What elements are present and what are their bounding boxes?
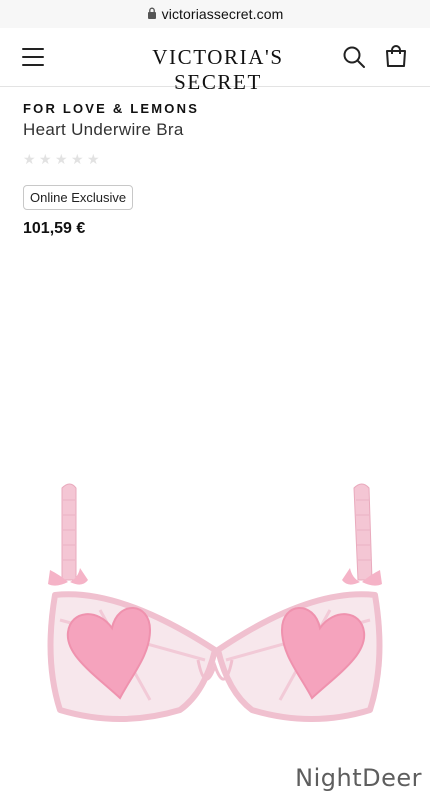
star-empty-icon: ★ (23, 151, 36, 167)
star-empty-icon: ★ (71, 151, 84, 167)
product-price: 101,59 € (23, 220, 86, 237)
shopping-bag-icon[interactable] (384, 44, 408, 68)
search-icon[interactable] (342, 45, 366, 69)
watermark-text: NightDeer (295, 764, 422, 792)
url-text: victoriassecret.com (161, 6, 284, 22)
online-exclusive-badge: Online Exclusive (23, 185, 134, 210)
product-image[interactable] (0, 460, 430, 780)
product-title: Heart Underwire Bra (23, 120, 184, 139)
star-empty-icon: ★ (55, 151, 68, 167)
brand-logo[interactable]: VICTORIA'S SECRET (120, 45, 316, 95)
star-empty-icon: ★ (87, 151, 100, 167)
star-empty-icon: ★ (39, 151, 52, 167)
menu-icon[interactable] (22, 48, 46, 66)
site-header: VICTORIA'S SECRET (0, 28, 430, 94)
product-info: FOR LOVE & LEMONS Heart Underwire Bra ★ … (23, 100, 413, 166)
lock-icon (147, 7, 156, 19)
product-brand[interactable]: FOR LOVE & LEMONS (23, 100, 413, 118)
rating-stars[interactable]: ★ ★ ★ ★ ★ (23, 152, 413, 166)
browser-url-bar[interactable]: victoriassecret.com (0, 0, 430, 28)
